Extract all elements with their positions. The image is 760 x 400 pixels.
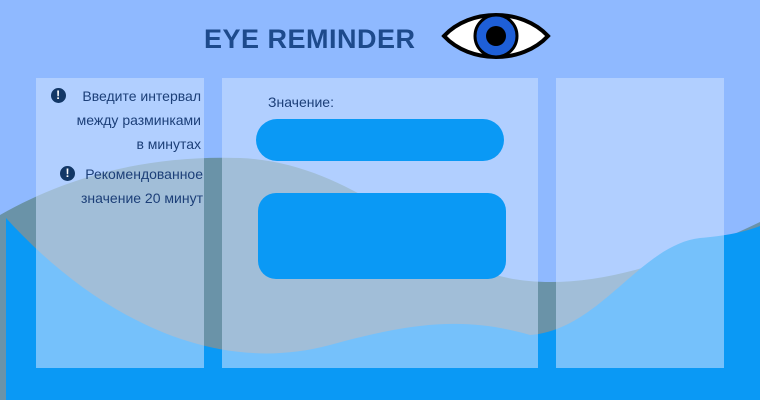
value-input[interactable] — [256, 119, 504, 161]
right-panel — [556, 78, 724, 368]
hint-line: Введите интервал — [82, 88, 201, 104]
hint-line: между разминками — [76, 112, 201, 128]
recommendation-hint: ! Рекомендованное значение 20 минут — [60, 162, 203, 210]
value-label: Значение: — [268, 94, 334, 110]
submit-button[interactable] — [258, 193, 506, 279]
hint-line: Рекомендованное — [85, 166, 203, 182]
interval-hint: ! Введите интервал между разминками в ми… — [50, 84, 201, 156]
app-title: EYE REMINDER — [204, 24, 416, 54]
info-icon: ! — [50, 88, 66, 103]
hint-line: значение 20 минут — [81, 190, 203, 206]
eye-icon — [441, 13, 551, 59]
hint-line: в минутах — [136, 136, 201, 152]
info-icon: ! — [60, 166, 75, 181]
